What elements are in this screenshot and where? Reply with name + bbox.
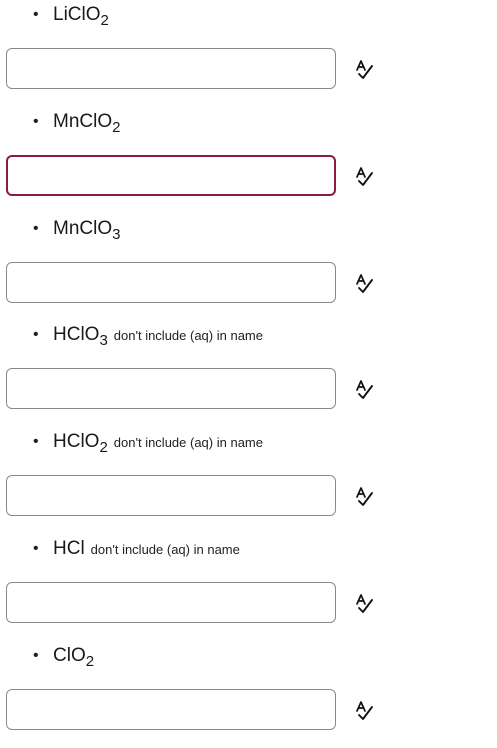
formula: HClO3 [53, 324, 108, 349]
instruction-note: don't include (aq) in name [113, 327, 263, 343]
formula: HClO2 [53, 431, 108, 456]
formula: LiClO2 [53, 4, 109, 29]
question-item: • MnClO3 [0, 214, 497, 321]
question-item: • MnClO2 [0, 107, 497, 214]
question-label: • MnClO3 [33, 214, 126, 244]
instruction-note: don't include (aq) in name [113, 434, 263, 450]
question-item: • HClO3 don't include (aq) in name [0, 320, 497, 427]
formula: HCl [53, 538, 85, 559]
spellcheck-icon[interactable] [353, 485, 375, 507]
formula: MnClO3 [53, 218, 121, 243]
question-label: • HClO3 don't include (aq) in name [33, 320, 263, 350]
question-item: • HCl don't include (aq) in name [0, 534, 497, 641]
spellcheck-icon[interactable] [353, 58, 375, 80]
question-item: • HClO2 don't include (aq) in name [0, 427, 497, 534]
bullet: • [33, 326, 39, 343]
bullet: • [33, 540, 39, 557]
question-item: • LiClO2 [0, 0, 497, 107]
spellcheck-icon[interactable] [353, 272, 375, 294]
answer-input[interactable] [6, 582, 336, 623]
bullet: • [33, 433, 39, 450]
formula: MnClO2 [53, 111, 121, 136]
answer-input[interactable] [6, 155, 336, 196]
bullet: • [33, 220, 39, 237]
question-label: • MnClO2 [33, 107, 126, 137]
answer-input[interactable] [6, 262, 336, 303]
bullet: • [33, 647, 39, 664]
question-label: • HClO2 don't include (aq) in name [33, 427, 263, 457]
spellcheck-icon[interactable] [353, 378, 375, 400]
spellcheck-icon[interactable] [353, 592, 375, 614]
answer-input[interactable] [6, 368, 336, 409]
spellcheck-icon[interactable] [353, 699, 375, 721]
formula: ClO2 [53, 645, 95, 670]
bullet: • [33, 6, 39, 23]
instruction-note: don't include (aq) in name [90, 541, 240, 557]
answer-input[interactable] [6, 48, 336, 89]
question-label: • HCl don't include (aq) in name [33, 534, 240, 564]
spellcheck-icon[interactable] [353, 165, 375, 187]
answer-input[interactable] [6, 689, 336, 730]
question-label: • LiClO2 [33, 0, 115, 30]
answer-input[interactable] [6, 475, 336, 516]
bullet: • [33, 113, 39, 130]
question-item: • ClO2 [0, 641, 497, 748]
question-label: • ClO2 [33, 641, 100, 671]
